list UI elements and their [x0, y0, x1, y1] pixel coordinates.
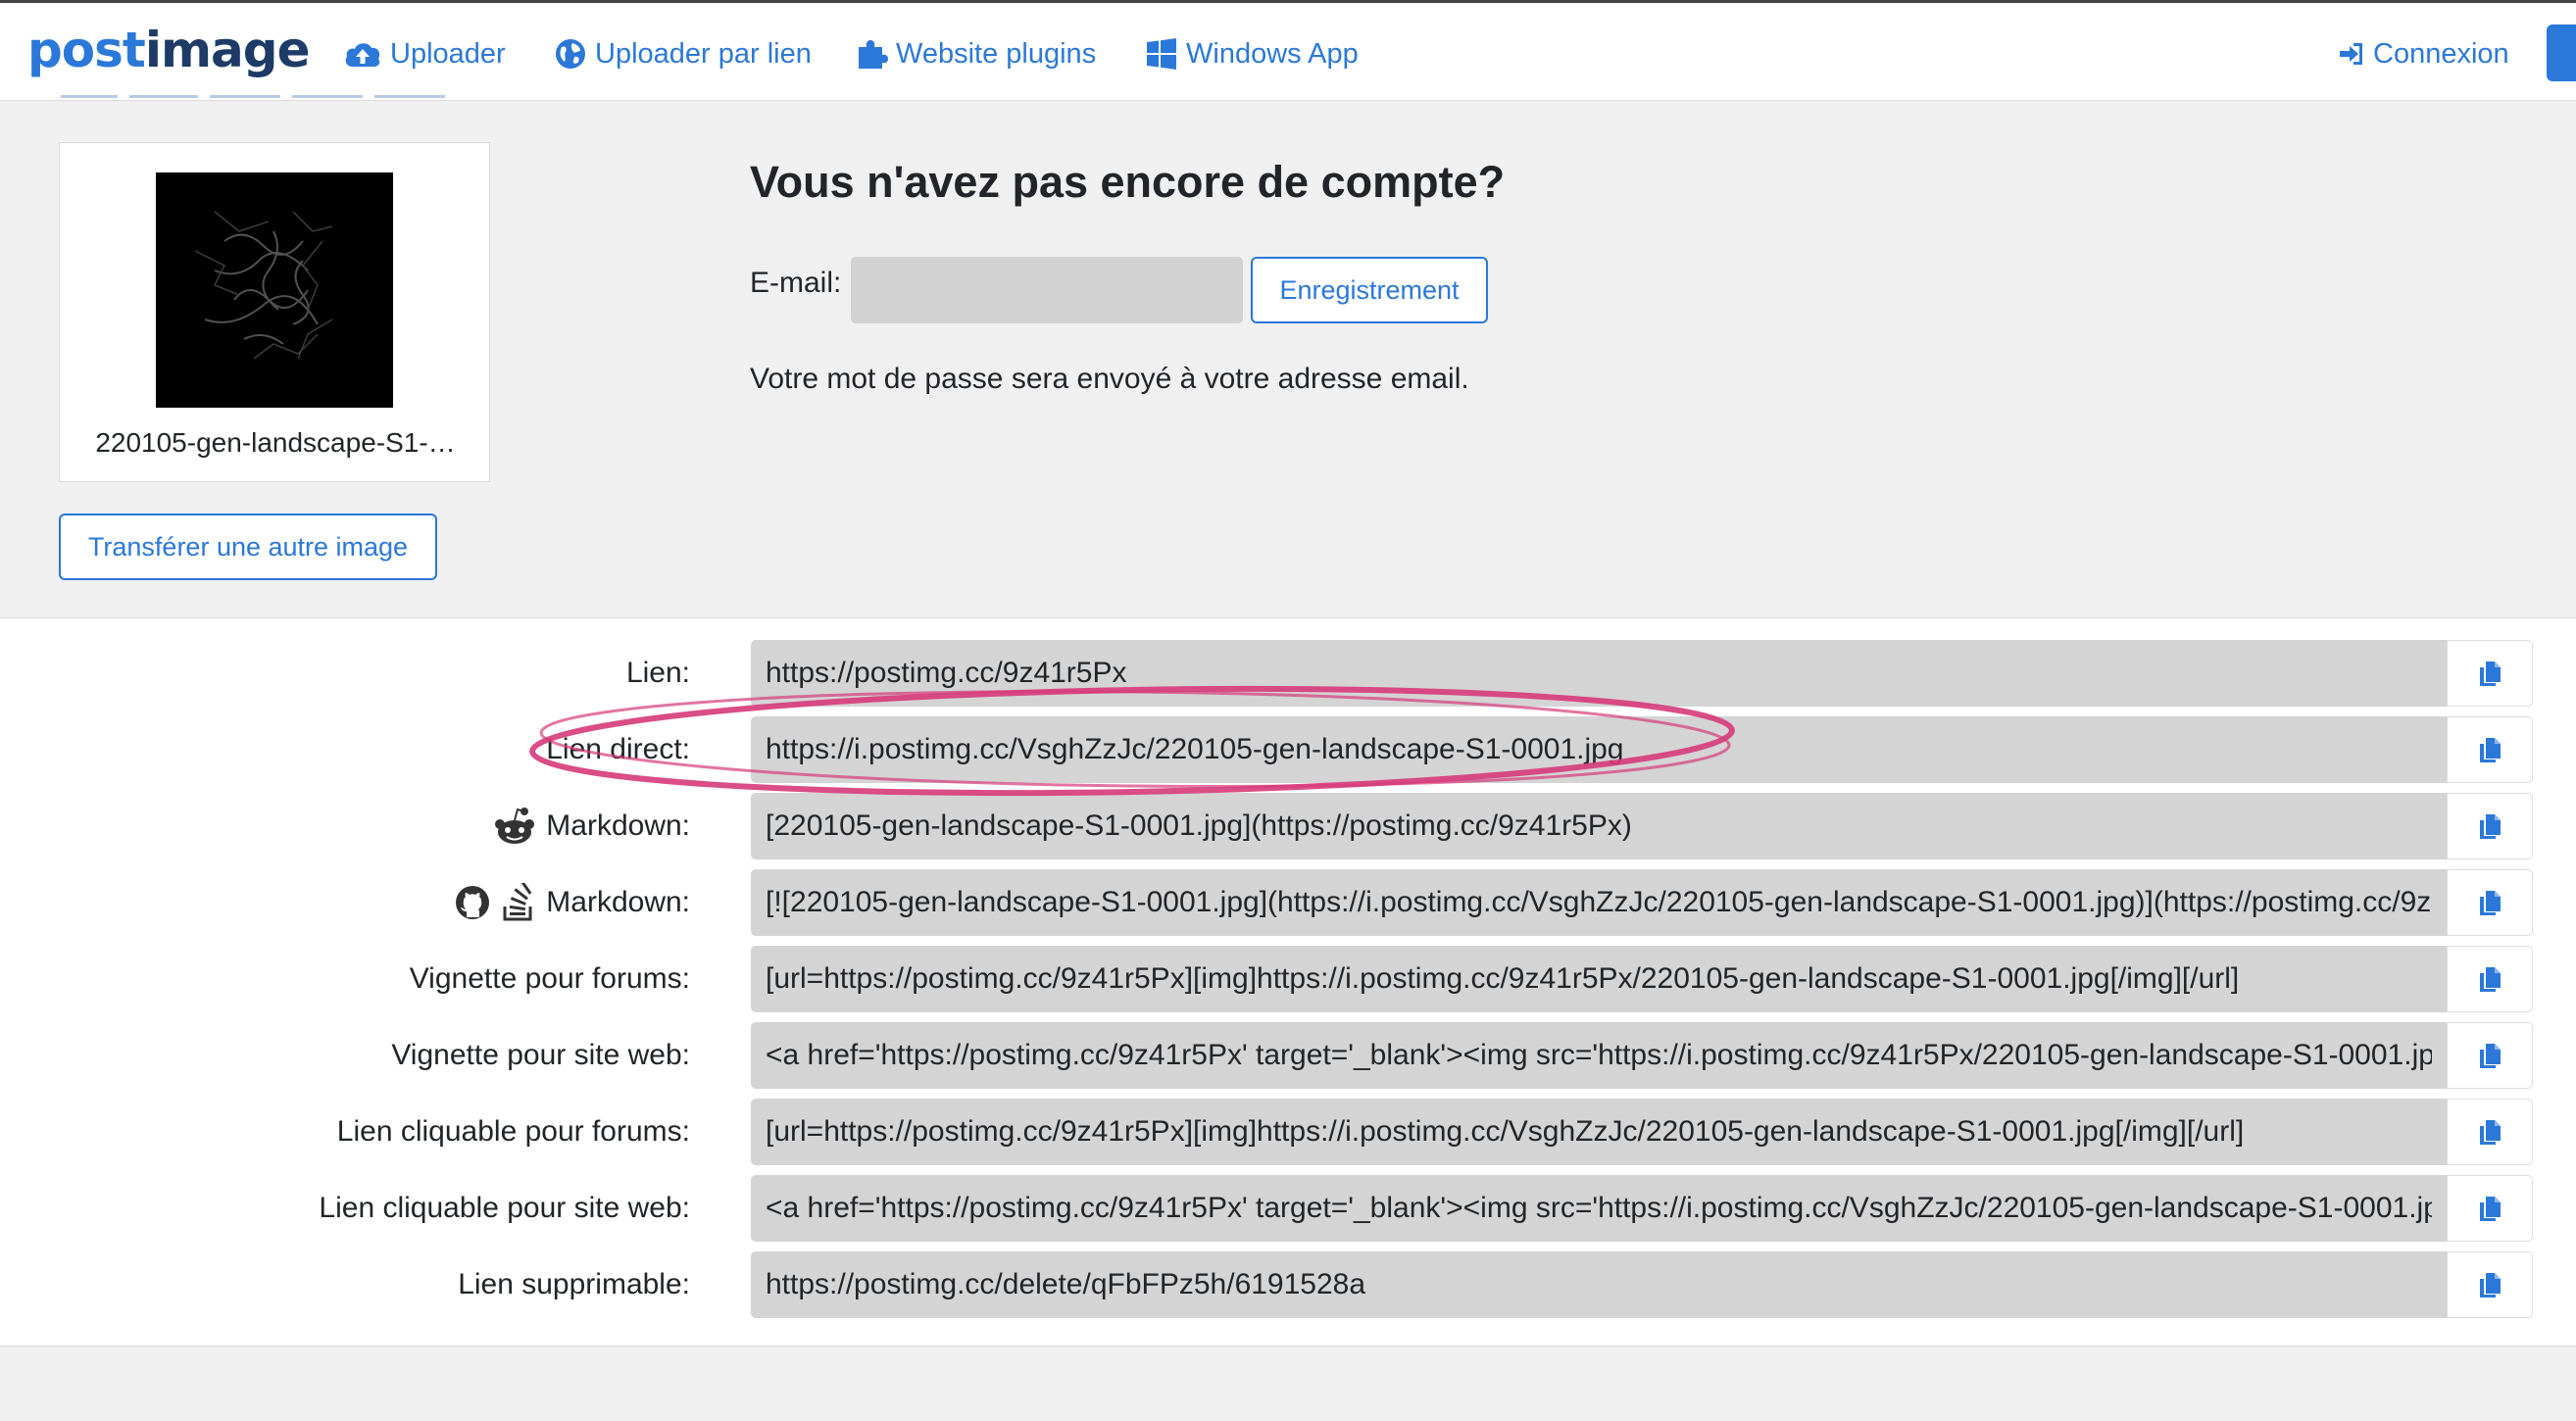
link-row-vignette-site-web: Vignette pour site web:	[0, 1022, 2576, 1089]
reddit-icon	[493, 807, 536, 846]
copy-button[interactable]	[2447, 1175, 2533, 1242]
row-label: Markdown:	[493, 793, 690, 859]
copy-icon	[2480, 1044, 2501, 1068]
lien-field[interactable]	[751, 640, 2447, 707]
nav-uploader-link[interactable]: Uploader	[343, 32, 506, 75]
markdown-field[interactable]	[751, 793, 2447, 859]
link-row-lien-cliquable-forums: Lien cliquable pour forums:	[0, 1099, 2576, 1165]
link-row-vignette-forums: Vignette pour forums:	[0, 946, 2576, 1012]
copy-icon	[2480, 1120, 2501, 1145]
row-label: Lien direct:	[546, 733, 690, 765]
uploaded-image-card: 220105-gen-landscape-S1-…	[59, 142, 490, 482]
cloud-upload-icon	[345, 43, 380, 67]
copy-button[interactable]	[2447, 1022, 2533, 1089]
github-icon	[454, 884, 491, 921]
nav-website-plugins-link[interactable]: Website plugins	[855, 32, 1096, 75]
lien-cliquable-site-web-field[interactable]	[751, 1175, 2447, 1242]
copy-icon	[2480, 814, 2501, 839]
copy-button[interactable]	[2447, 793, 2533, 859]
row-label: Lien supprimable:	[458, 1268, 690, 1300]
postimage-logo[interactable]: postimage	[27, 21, 310, 79]
lien-supprimable-field[interactable]	[751, 1251, 2447, 1318]
lien-cliquable-forums-field[interactable]	[751, 1099, 2447, 1165]
puzzle-icon	[859, 40, 888, 69]
row-label: Lien cliquable pour forums:	[336, 1115, 690, 1148]
register-heading: Vous n'avez pas encore de compte?	[750, 157, 1506, 207]
top-navbar: postimage Uploader Uploader par lien Web…	[0, 0, 2576, 101]
copy-icon	[2480, 891, 2501, 915]
copy-button[interactable]	[2447, 869, 2533, 936]
nav-register-button[interactable]	[2547, 24, 2576, 81]
transfer-another-image-button[interactable]: Transférer une autre image	[59, 514, 437, 580]
email-label: E-mail:	[750, 267, 842, 299]
copy-icon	[2480, 1197, 2501, 1221]
nav-windows-app-link[interactable]: Windows App	[1145, 32, 1359, 75]
vignette-forums-field[interactable]	[751, 946, 2447, 1012]
register-button[interactable]: Enregistrement	[1251, 257, 1488, 323]
link-row-markdown-github: Markdown:	[0, 869, 2576, 936]
row-label: Markdown:	[454, 869, 690, 936]
sign-in-icon	[2340, 43, 2362, 65]
email-input[interactable]	[851, 257, 1243, 323]
password-note: Votre mot de passe sera envoyé à votre a…	[750, 363, 1469, 395]
windows-icon	[1147, 38, 1176, 70]
stackoverflow-icon	[501, 883, 536, 922]
copy-button[interactable]	[2447, 1099, 2533, 1165]
copy-button[interactable]	[2447, 716, 2533, 783]
copy-icon	[2480, 1273, 2501, 1298]
login-link[interactable]: Connexion	[2338, 32, 2509, 75]
link-row-lien-cliquable-site-web: Lien cliquable pour site web:	[0, 1175, 2576, 1242]
nav-uploader-par-lien-link[interactable]: Uploader par lien	[554, 32, 812, 75]
links-section: Lien: Lien direct: Markdown:	[0, 617, 2576, 1347]
link-row-lien-direct: Lien direct:	[0, 716, 2576, 783]
copy-button[interactable]	[2447, 640, 2533, 707]
lien-direct-field[interactable]	[751, 716, 2447, 783]
copy-button[interactable]	[2447, 946, 2533, 1012]
copy-icon	[2480, 738, 2501, 762]
row-label: Vignette pour site web:	[391, 1039, 690, 1071]
vignette-site-web-field[interactable]	[751, 1022, 2447, 1089]
link-row-markdown-reddit: Markdown:	[0, 793, 2576, 859]
copy-button[interactable]	[2447, 1251, 2533, 1318]
copy-icon	[2480, 662, 2501, 686]
uploaded-image-thumbnail[interactable]	[156, 172, 393, 408]
row-label: Lien:	[625, 657, 690, 689]
copy-icon	[2480, 967, 2501, 992]
uploaded-image-filename: 220105-gen-landscape-S1-…	[95, 427, 456, 458]
link-row-lien: Lien:	[0, 640, 2576, 707]
row-label: Lien cliquable pour site web:	[319, 1192, 690, 1224]
globe-icon	[556, 39, 585, 69]
link-row-lien-supprimable: Lien supprimable:	[0, 1251, 2576, 1318]
row-label: Vignette pour forums:	[409, 962, 690, 995]
markdown-image-field[interactable]	[751, 869, 2447, 936]
